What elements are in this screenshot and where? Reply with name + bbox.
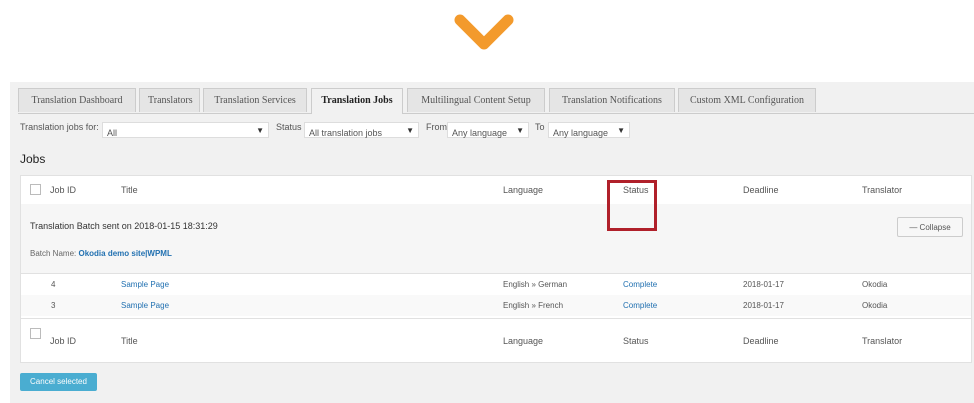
to-language-select[interactable]: Any language ▼ bbox=[548, 122, 630, 138]
from-language-select[interactable]: Any language ▼ bbox=[447, 122, 529, 138]
job-title-link[interactable]: Sample Page bbox=[121, 295, 169, 316]
tab-translation-services[interactable]: Translation Services bbox=[203, 88, 307, 112]
tab-multilingual-content-setup[interactable]: Multilingual Content Setup bbox=[407, 88, 545, 112]
from-label: From bbox=[426, 122, 447, 132]
batch-title: Translation Batch sent on 2018-01-15 18:… bbox=[30, 221, 218, 231]
to-value: Any language bbox=[553, 128, 609, 138]
col-deadline: Deadline bbox=[743, 185, 779, 195]
tab-translation-dashboard[interactable]: Translation Dashboard bbox=[18, 88, 136, 112]
job-translator: Okodia bbox=[862, 280, 888, 289]
status-value: All translation jobs bbox=[309, 128, 383, 138]
col-language: Language bbox=[503, 185, 544, 195]
tab-translators[interactable]: Translators bbox=[139, 88, 200, 112]
job-language: English » French bbox=[503, 301, 564, 310]
caret-down-icon: ▼ bbox=[617, 126, 625, 135]
col-deadline-footer: Deadline bbox=[743, 336, 779, 346]
table-header: Job ID Title Language Status Deadline Tr… bbox=[21, 176, 971, 205]
col-language-footer: Language bbox=[503, 336, 544, 346]
status-label: Status bbox=[276, 122, 302, 132]
jobs-for-label: Translation jobs for: bbox=[20, 122, 99, 132]
batch-name: Batch Name: Okodia demo site|WPML bbox=[30, 249, 172, 258]
select-all-checkbox[interactable] bbox=[30, 184, 41, 195]
job-status-link[interactable]: Complete bbox=[623, 295, 657, 316]
collapse-button[interactable]: — Collapse bbox=[897, 217, 963, 237]
caret-down-icon: ▼ bbox=[406, 126, 414, 135]
table-footer: Job ID Title Language Status Deadline Tr… bbox=[21, 318, 971, 363]
col-job-id-footer[interactable]: Job ID bbox=[50, 336, 76, 346]
status-highlight-box bbox=[607, 180, 657, 231]
jobs-table: Job ID Title Language Status Deadline Tr… bbox=[20, 175, 972, 363]
job-deadline: 2018-01-17 bbox=[743, 301, 784, 310]
tab-bar: Translation Dashboard Translators Transl… bbox=[18, 85, 974, 114]
job-title-link[interactable]: Sample Page bbox=[121, 274, 169, 295]
col-translator: Translator bbox=[862, 185, 903, 195]
job-status-link[interactable]: Complete bbox=[623, 274, 657, 295]
table-row: 3 Sample Page English » French Complete … bbox=[21, 295, 971, 316]
chevron-down-icon bbox=[454, 14, 514, 50]
col-title-footer[interactable]: Title bbox=[121, 336, 138, 346]
job-id: 4 bbox=[51, 280, 56, 289]
section-title: Jobs bbox=[20, 152, 46, 166]
col-job-id[interactable]: Job ID bbox=[50, 185, 76, 195]
jobs-for-select[interactable]: All ▼ bbox=[102, 122, 269, 138]
job-id: 3 bbox=[51, 301, 56, 310]
col-status-footer: Status bbox=[623, 336, 649, 346]
minus-icon: — bbox=[909, 223, 918, 232]
job-deadline: 2018-01-17 bbox=[743, 280, 784, 289]
table-row: 4 Sample Page English » German Complete … bbox=[21, 274, 971, 295]
jobs-for-value: All bbox=[107, 128, 118, 138]
status-select[interactable]: All translation jobs ▼ bbox=[304, 122, 419, 138]
tab-custom-xml-configuration[interactable]: Custom XML Configuration bbox=[678, 88, 816, 112]
job-translator: Okodia bbox=[862, 301, 888, 310]
caret-down-icon: ▼ bbox=[516, 126, 524, 135]
caret-down-icon: ▼ bbox=[256, 126, 264, 135]
wpml-panel: Translation Dashboard Translators Transl… bbox=[10, 82, 974, 403]
from-value: Any language bbox=[452, 128, 508, 138]
batch-name-link[interactable]: Okodia demo site|WPML bbox=[78, 249, 171, 258]
batch-header: Translation Batch sent on 2018-01-15 18:… bbox=[21, 204, 971, 274]
batch-name-label: Batch Name: bbox=[30, 249, 77, 258]
cancel-selected-button[interactable]: Cancel selected bbox=[20, 373, 97, 391]
col-title[interactable]: Title bbox=[121, 185, 138, 195]
tab-translation-jobs[interactable]: Translation Jobs bbox=[311, 88, 403, 114]
job-language: English » German bbox=[503, 280, 568, 289]
col-translator-footer: Translator bbox=[862, 336, 903, 346]
tab-translation-notifications[interactable]: Translation Notifications bbox=[549, 88, 675, 112]
select-all-checkbox-footer[interactable] bbox=[30, 328, 41, 339]
to-label: To bbox=[535, 122, 545, 132]
collapse-label: Collapse bbox=[919, 223, 951, 232]
